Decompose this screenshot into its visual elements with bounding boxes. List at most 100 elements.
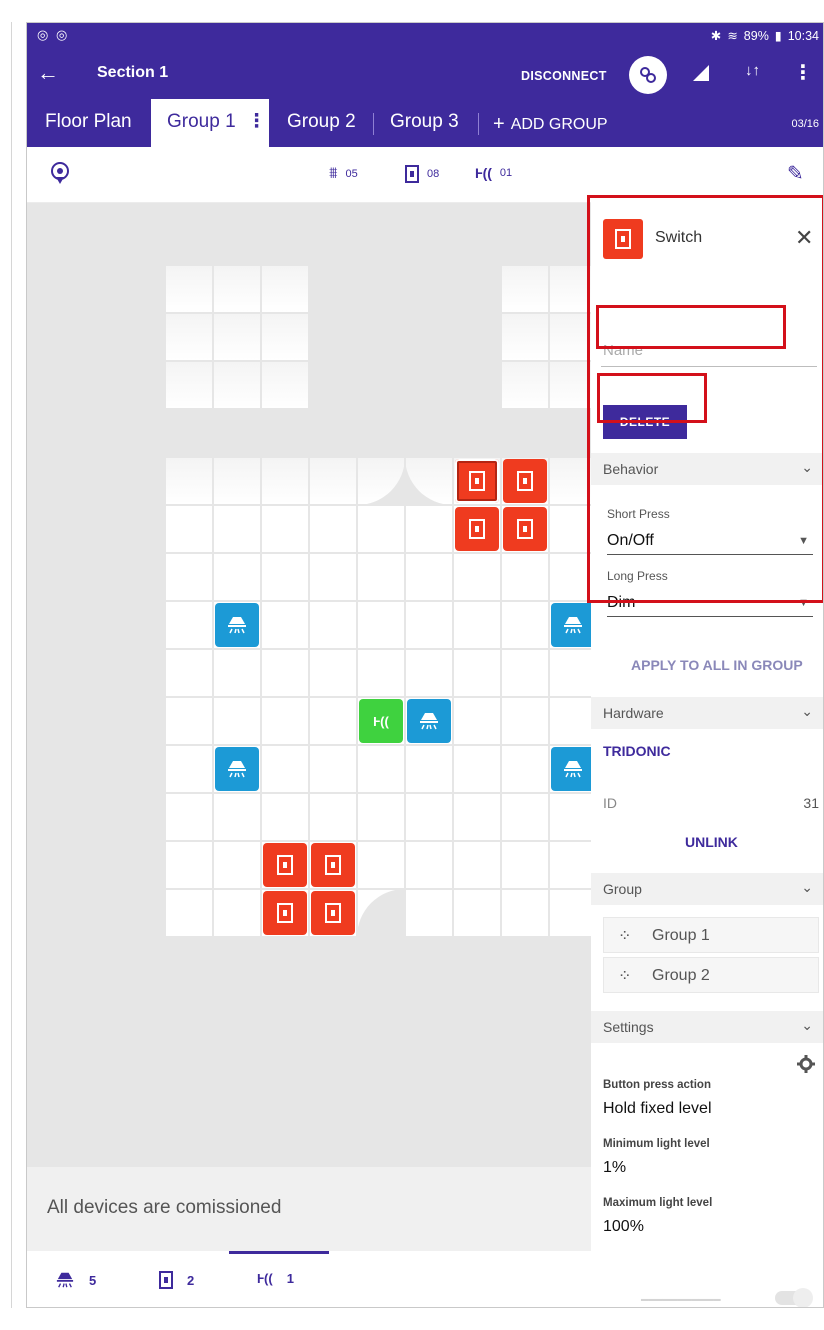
switch-icon <box>277 903 293 923</box>
floor-cell <box>165 793 213 841</box>
floor-cell <box>501 265 549 313</box>
switch-device-selected[interactable] <box>455 459 499 503</box>
filter-sensors[interactable]: Ⱶ(( 1 <box>257 1271 294 1286</box>
luminaire-device[interactable] <box>215 603 259 647</box>
luminaire-count-value: 05 <box>345 168 358 180</box>
back-arrow-icon[interactable]: ← <box>37 60 59 86</box>
apply-to-all-button[interactable]: APPLY TO ALL IN GROUP <box>631 657 803 673</box>
luminaire-device[interactable] <box>551 603 595 647</box>
long-press-select[interactable]: Dim ▼ <box>607 591 813 617</box>
switch-icon <box>517 471 533 491</box>
gear-icon[interactable] <box>797 1055 815 1078</box>
button-press-action-value[interactable]: Hold fixed level <box>603 1100 712 1118</box>
max-light-level-value[interactable]: 100% <box>603 1218 644 1236</box>
switch-icon <box>277 855 293 875</box>
floor-cell <box>261 745 309 793</box>
luminaire-device[interactable] <box>407 699 451 743</box>
luminaire-count: ⩩ 05 <box>329 165 358 183</box>
floor-cell <box>165 553 213 601</box>
floor-plan-canvas[interactable]: Ⱶ(( <box>27 203 597 1167</box>
switch-device[interactable] <box>263 891 307 935</box>
door-arc <box>405 457 453 505</box>
chevron-down-icon: ⌄ <box>801 1017 813 1033</box>
floor-cell <box>165 601 213 649</box>
floor-cell <box>501 361 549 409</box>
filter-switches[interactable]: 2 <box>159 1271 194 1289</box>
disconnect-button[interactable]: DISCONNECT <box>521 69 607 83</box>
switch-device[interactable] <box>311 891 355 935</box>
switch-device[interactable] <box>503 459 547 503</box>
switch-device[interactable] <box>263 843 307 887</box>
unlink-button[interactable]: UNLINK <box>685 834 738 850</box>
group-list-item[interactable]: ⁘ Group 1 <box>603 917 819 953</box>
floor-cell <box>549 505 597 553</box>
switch-device[interactable] <box>455 507 499 551</box>
floor-cell <box>213 697 261 745</box>
chevron-down-icon: ⌄ <box>801 879 813 895</box>
signal-icon[interactable] <box>691 64 711 87</box>
group-list-item[interactable]: ⁘ Group 2 <box>603 957 819 993</box>
tab-group-3[interactable]: Group 3 <box>390 111 459 133</box>
luminaire-device[interactable] <box>551 747 595 791</box>
floor-cell <box>453 745 501 793</box>
filter-luminaires[interactable]: 5 <box>55 1271 96 1289</box>
settings-section-header[interactable]: Settings ⌄ <box>591 1011 823 1043</box>
switch-device[interactable] <box>311 843 355 887</box>
status-right: ✱ ≋ 89% ▮ 10:34 <box>711 28 819 44</box>
floor-cell <box>501 889 549 937</box>
floor-cell <box>405 841 453 889</box>
name-field[interactable] <box>601 335 817 367</box>
add-group-label: ADD GROUP <box>510 115 608 133</box>
hardware-section-header[interactable]: Hardware ⌄ <box>591 697 823 729</box>
group-section-header[interactable]: Group ⌄ <box>591 873 823 905</box>
floor-cell <box>549 265 597 313</box>
more-vert-icon[interactable]: ⋮ <box>793 60 813 85</box>
switch-icon <box>325 903 341 923</box>
sort-icon[interactable]: ↓↑ <box>745 62 760 79</box>
add-group-button[interactable]: + ADD GROUP <box>493 113 608 136</box>
floor-cell <box>309 457 357 505</box>
tab-group-2[interactable]: Group 2 <box>287 111 356 133</box>
min-light-level-value[interactable]: 1% <box>603 1159 626 1177</box>
hardware-vendor: TRIDONIC <box>603 743 671 759</box>
floor-cell <box>165 361 213 409</box>
floor-cell <box>165 889 213 937</box>
behavior-section-header[interactable]: Behavior ⌄ <box>591 453 823 485</box>
floor-cell <box>309 601 357 649</box>
settings-toggle[interactable] <box>775 1288 813 1307</box>
floor-cell <box>309 697 357 745</box>
delete-button[interactable]: DELETE <box>603 405 687 439</box>
switch-type-badge <box>603 219 643 259</box>
floor-cell <box>213 361 261 409</box>
id-value: 31 <box>803 795 819 811</box>
floor-cell <box>213 265 261 313</box>
floor-cell <box>165 457 213 505</box>
tab-menu-icon[interactable]: ⋮ <box>247 110 266 133</box>
tab-group-1[interactable]: Group 1 ⋮ <box>151 99 269 147</box>
floor-cell <box>501 745 549 793</box>
switch-device[interactable] <box>503 507 547 551</box>
luminaire-device[interactable] <box>215 747 259 791</box>
close-icon[interactable]: ✕ <box>795 225 813 251</box>
locate-icon[interactable] <box>49 161 71 185</box>
door-arc <box>357 457 405 505</box>
long-press-label: Long Press <box>607 569 668 583</box>
floor-cell <box>213 889 261 937</box>
floor-cell <box>501 649 549 697</box>
luminaire-icon: ⩩ <box>329 165 338 182</box>
floor-cell <box>213 553 261 601</box>
short-press-label: Short Press <box>607 507 670 521</box>
link-button[interactable] <box>629 56 667 94</box>
group-item-label: Group 1 <box>652 927 710 944</box>
dropdown-arrow-icon: ▼ <box>798 535 809 547</box>
floor-cell <box>261 649 309 697</box>
short-press-select[interactable]: On/Off ▼ <box>607 529 813 555</box>
floor-cell <box>453 601 501 649</box>
floor-cell <box>501 793 549 841</box>
link-icon <box>640 67 656 83</box>
button-press-action-label: Button press action <box>603 1079 711 1091</box>
sensor-device[interactable]: Ⱶ(( <box>359 699 403 743</box>
tab-floor-plan[interactable]: Floor Plan <box>45 111 132 133</box>
edit-wand-icon[interactable]: ✎ <box>787 161 804 186</box>
settings-header-label: Settings <box>603 1019 654 1035</box>
